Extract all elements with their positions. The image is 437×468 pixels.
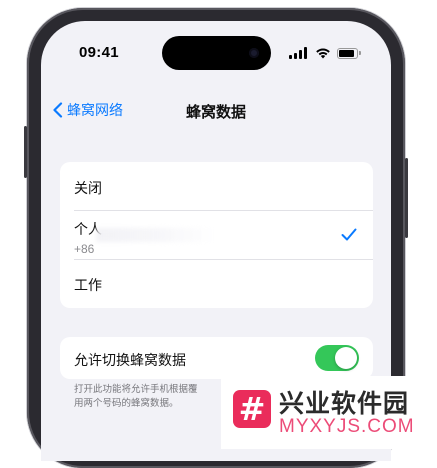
navigation-bar: 蜂窝网络 蜂窝数据: [41, 95, 391, 125]
option-label: 工作: [74, 278, 102, 294]
status-time: 09:41: [79, 44, 119, 61]
status-bar: 09:41: [41, 21, 391, 70]
wifi-icon: [316, 48, 330, 59]
watermark-logo: #: [233, 390, 271, 428]
side-button: [24, 126, 27, 178]
option-work[interactable]: 工作: [60, 259, 373, 308]
watermark-url: MYXYJS.COM: [279, 416, 415, 437]
status-icons: [289, 46, 369, 60]
allow-switching-toggle[interactable]: [315, 345, 359, 371]
battery-icon: [337, 48, 358, 59]
toggle-knob: [335, 347, 357, 369]
cellular-signal-icon: [289, 47, 309, 59]
dynamic-island: [162, 36, 271, 70]
option-off[interactable]: 关闭: [60, 162, 373, 210]
camera-icon: [249, 48, 259, 58]
power-button: [405, 158, 408, 238]
option-personal[interactable]: 个人 +86: [60, 210, 373, 259]
allow-switching-row: 允许切换蜂窝数据: [60, 337, 373, 379]
switch-group: 允许切换蜂窝数据: [60, 337, 373, 379]
cellular-data-options: 关闭 个人 +86 工作: [60, 162, 373, 308]
option-label: 关闭: [74, 181, 102, 197]
checkmark-icon: [341, 228, 357, 241]
phone-number: +86: [74, 242, 95, 256]
watermark-title: 兴业软件园: [279, 389, 410, 418]
redacted-number: [96, 228, 216, 242]
battery-cap: [359, 51, 361, 55]
watermark: # 兴业软件园 MYXYJS.COM: [221, 376, 437, 449]
page-title: 蜂窝数据: [185, 103, 246, 121]
